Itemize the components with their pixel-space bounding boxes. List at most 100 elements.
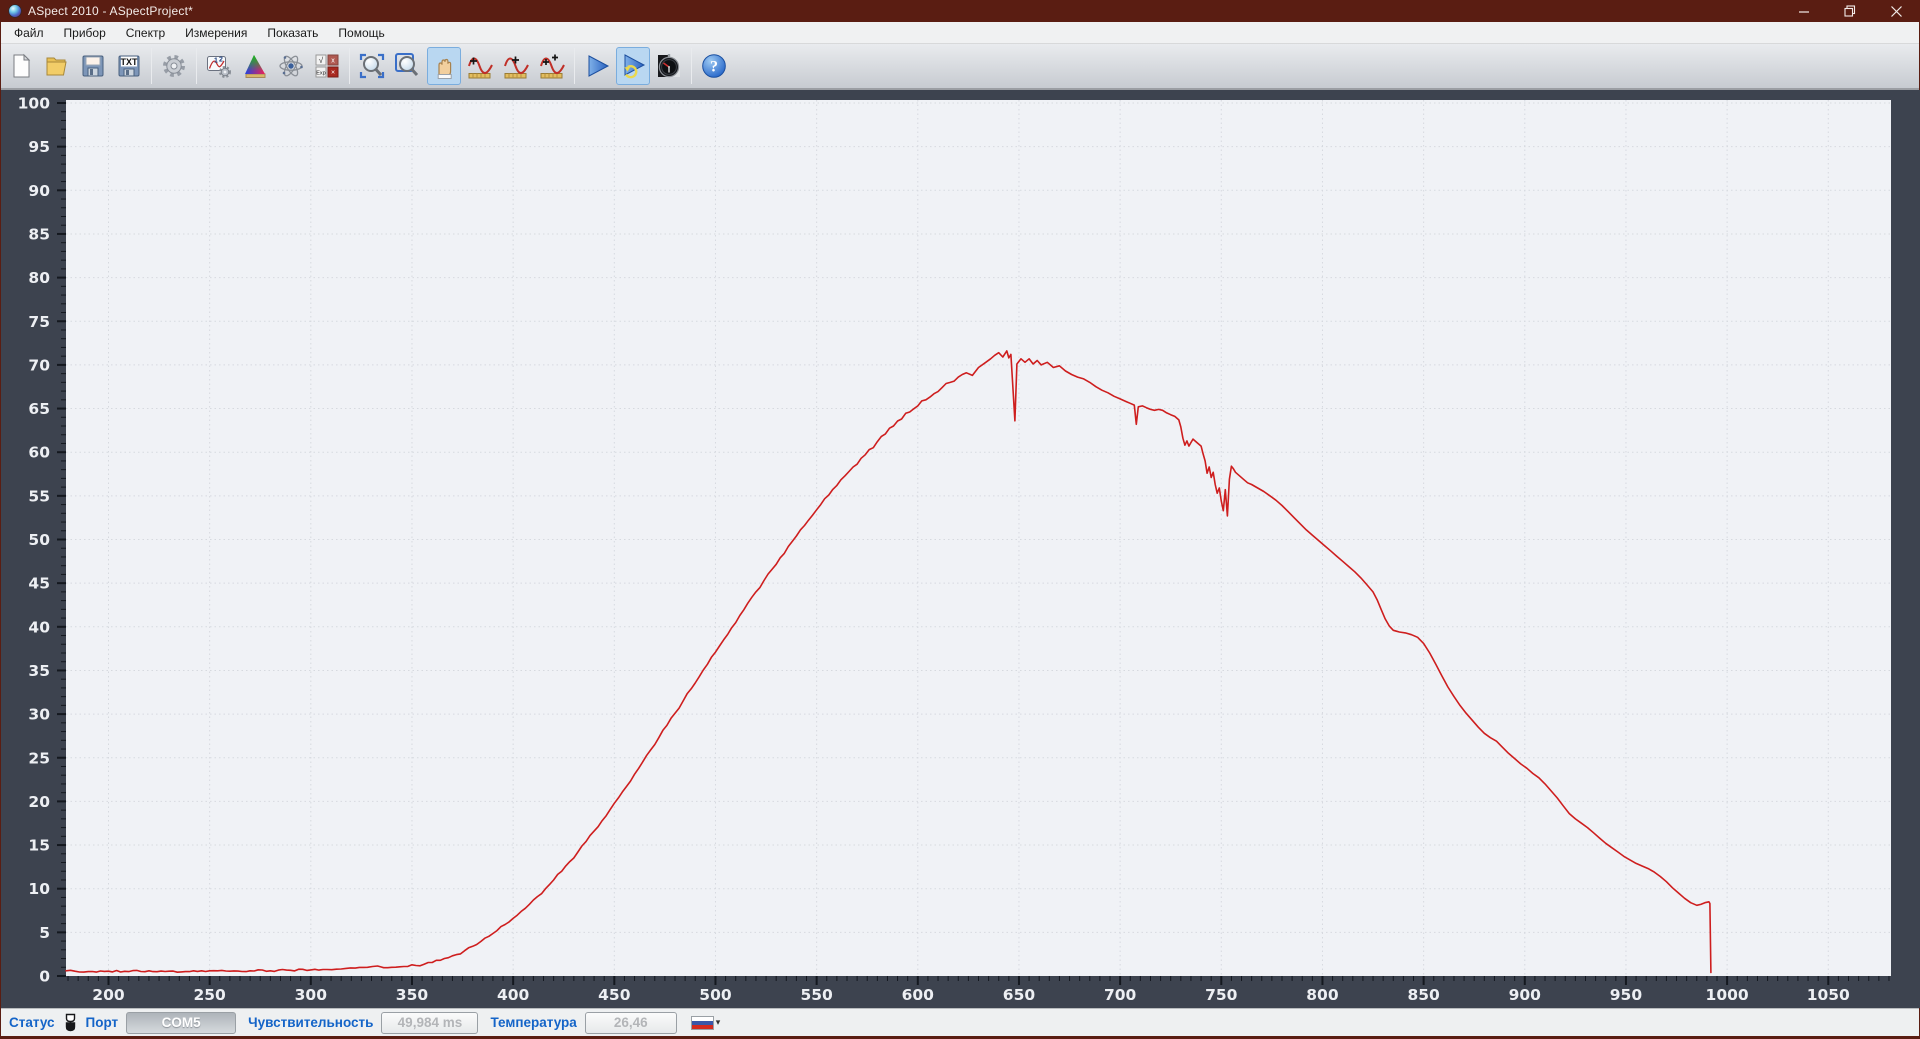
- sensitivity-label: Чувствительность: [248, 1015, 374, 1030]
- russian-flag-icon: [690, 1015, 714, 1030]
- open-file-icon: [44, 53, 70, 79]
- x-axis-tick-label: 850: [1407, 986, 1440, 1004]
- toolbar-button-new-file[interactable]: [4, 47, 38, 85]
- device-status-icon: [63, 1013, 78, 1033]
- toolbar-button-wave-add[interactable]: [463, 47, 497, 85]
- run-single-icon: [584, 53, 610, 79]
- minimize-button[interactable]: [1781, 0, 1827, 22]
- y-axis-tick-label: 100: [18, 95, 51, 113]
- menu-item-3[interactable]: Измерения: [175, 23, 257, 43]
- y-axis-tick-label: 30: [28, 706, 50, 724]
- app-icon: [8, 4, 22, 18]
- sensitivity-value-field[interactable]: 49,984 ms: [381, 1011, 479, 1034]
- timer-icon: [656, 53, 682, 79]
- svg-text:?: ?: [710, 59, 718, 76]
- toolbar-button-run-continuous[interactable]: [616, 47, 650, 85]
- menu-item-0[interactable]: Файл: [4, 23, 54, 43]
- status-bar: Статус Порт COM5 Чувствительность 49,984…: [1, 1008, 1919, 1039]
- menu-bar: Файл Прибор Спектр Измерения Показать Помощь: [1, 22, 1919, 44]
- toolbar-button-wave-add-center[interactable]: [499, 47, 533, 85]
- y-axis-tick-label: 15: [28, 837, 50, 855]
- port-value-field[interactable]: COM5: [126, 1011, 237, 1034]
- y-axis-tick-label: 5: [39, 924, 50, 942]
- language-selector[interactable]: ▾: [690, 1015, 721, 1030]
- x-axis-tick-label: 1000: [1706, 986, 1749, 1004]
- wave-add-icon: [467, 53, 494, 80]
- window-title: ASpect 2010 - ASpectProject*: [28, 4, 194, 18]
- x-axis-tick-label: 350: [396, 986, 429, 1004]
- x-axis-tick-label: 900: [1509, 986, 1542, 1004]
- y-axis-tick-label: 10: [28, 880, 50, 898]
- toolbar-button-zoom-out[interactable]: [391, 47, 425, 85]
- restore-button[interactable]: [1827, 0, 1873, 22]
- x-axis-tick-label: 600: [902, 986, 935, 1004]
- status-label: Статус: [9, 1015, 55, 1030]
- menu-item-1[interactable]: Прибор: [54, 23, 116, 43]
- run-continuous-icon: [620, 53, 646, 79]
- pan-hand-icon: [431, 53, 457, 79]
- calculator-icon: √ x Exp ×: [314, 53, 340, 79]
- toolbar-separator: [691, 48, 692, 84]
- menu-item-5[interactable]: Помощь: [328, 23, 394, 43]
- temperature-value-field[interactable]: 26,46: [584, 1011, 677, 1034]
- toolbar-button-pan-hand[interactable]: [427, 47, 461, 85]
- toolbar-button-save-txt[interactable]: TXT: [112, 47, 146, 85]
- chevron-down-icon: ▾: [715, 1017, 721, 1027]
- save-file-icon: [80, 53, 106, 79]
- port-label: Порт: [85, 1015, 119, 1030]
- toolbar-button-settings-gear[interactable]: [157, 47, 191, 85]
- y-axis-tick-label: 75: [28, 313, 50, 331]
- svg-text:2: 2: [219, 57, 223, 64]
- y-axis-tick-label: 35: [28, 662, 50, 680]
- toolbar-button-open-file[interactable]: [40, 47, 74, 85]
- y-axis-tick-label: 55: [28, 487, 50, 505]
- close-icon: [1890, 5, 1902, 17]
- toolbar-button-help[interactable]: ?: [697, 47, 731, 85]
- y-axis-tick-label: 0: [39, 968, 50, 986]
- x-axis-tick-label: 200: [92, 986, 125, 1004]
- close-button[interactable]: [1873, 0, 1919, 22]
- toolbar-button-color-gamut[interactable]: [238, 47, 272, 85]
- x-axis-tick-label: 1050: [1807, 986, 1850, 1004]
- toolbar-button-wave-add-multi[interactable]: [535, 47, 569, 85]
- spectrum-chart[interactable]: 200 250 300 350 400 450 500 550 600 650 700 750 800 8…: [1, 90, 1920, 1008]
- x-axis-tick-label: 650: [1003, 986, 1036, 1004]
- toolbar-button-calculator[interactable]: √ x Exp ×: [310, 47, 344, 85]
- temperature-label: Температура: [490, 1015, 577, 1030]
- toolbar-separator: [196, 48, 197, 84]
- x-axis-tick-label: 300: [295, 986, 328, 1004]
- x-axis-tick-label: 500: [699, 986, 732, 1004]
- toolbar-button-zoom-in[interactable]: [355, 47, 389, 85]
- y-axis-tick-label: 25: [28, 749, 50, 767]
- toolbar-button-timer[interactable]: [652, 47, 686, 85]
- chart-area: 200 250 300 350 400 450 500 550 600 650 700 750 800 8…: [1, 90, 1920, 1008]
- y-axis-tick-label: 80: [28, 269, 50, 287]
- new-file-icon: [8, 53, 34, 79]
- toolbar-separator: [349, 48, 350, 84]
- menu-item-4[interactable]: Показать: [257, 23, 328, 43]
- app-window: ASpect 2010 - ASpectProject* Файл Прибор С…: [0, 0, 1920, 1039]
- y-axis-tick-label: 40: [28, 618, 50, 636]
- x-axis-tick-label: 750: [1205, 986, 1238, 1004]
- y-axis-tick-label: 20: [28, 793, 50, 811]
- svg-text:Exp: Exp: [316, 71, 325, 77]
- toolbar: TXT 1 2 √ x Exp ×?: [1, 44, 1919, 90]
- x-axis-tick-label: 450: [598, 986, 631, 1004]
- x-axis-tick-label: 950: [1610, 986, 1643, 1004]
- y-axis-tick-label: 90: [28, 182, 50, 200]
- toolbar-separator: [574, 48, 575, 84]
- y-axis-tick-label: 85: [28, 225, 50, 243]
- menu-item-2[interactable]: Спектр: [116, 23, 175, 43]
- y-axis-tick-label: 95: [28, 138, 50, 156]
- wave-add-center-icon: [503, 53, 530, 80]
- x-axis-tick-label: 250: [193, 986, 226, 1004]
- toolbar-button-run-single[interactable]: [580, 47, 614, 85]
- toolbar-button-atom[interactable]: [274, 47, 308, 85]
- settings-gear-icon: [161, 53, 187, 79]
- wave-add-multi-icon: [539, 53, 566, 80]
- y-axis-tick-label: 45: [28, 575, 50, 593]
- toolbar-button-save-file[interactable]: [76, 47, 110, 85]
- toolbar-button-spectrum-setup[interactable]: 12: [202, 47, 236, 85]
- x-axis-tick-label: 700: [1104, 986, 1137, 1004]
- minimize-icon: [1798, 10, 1809, 13]
